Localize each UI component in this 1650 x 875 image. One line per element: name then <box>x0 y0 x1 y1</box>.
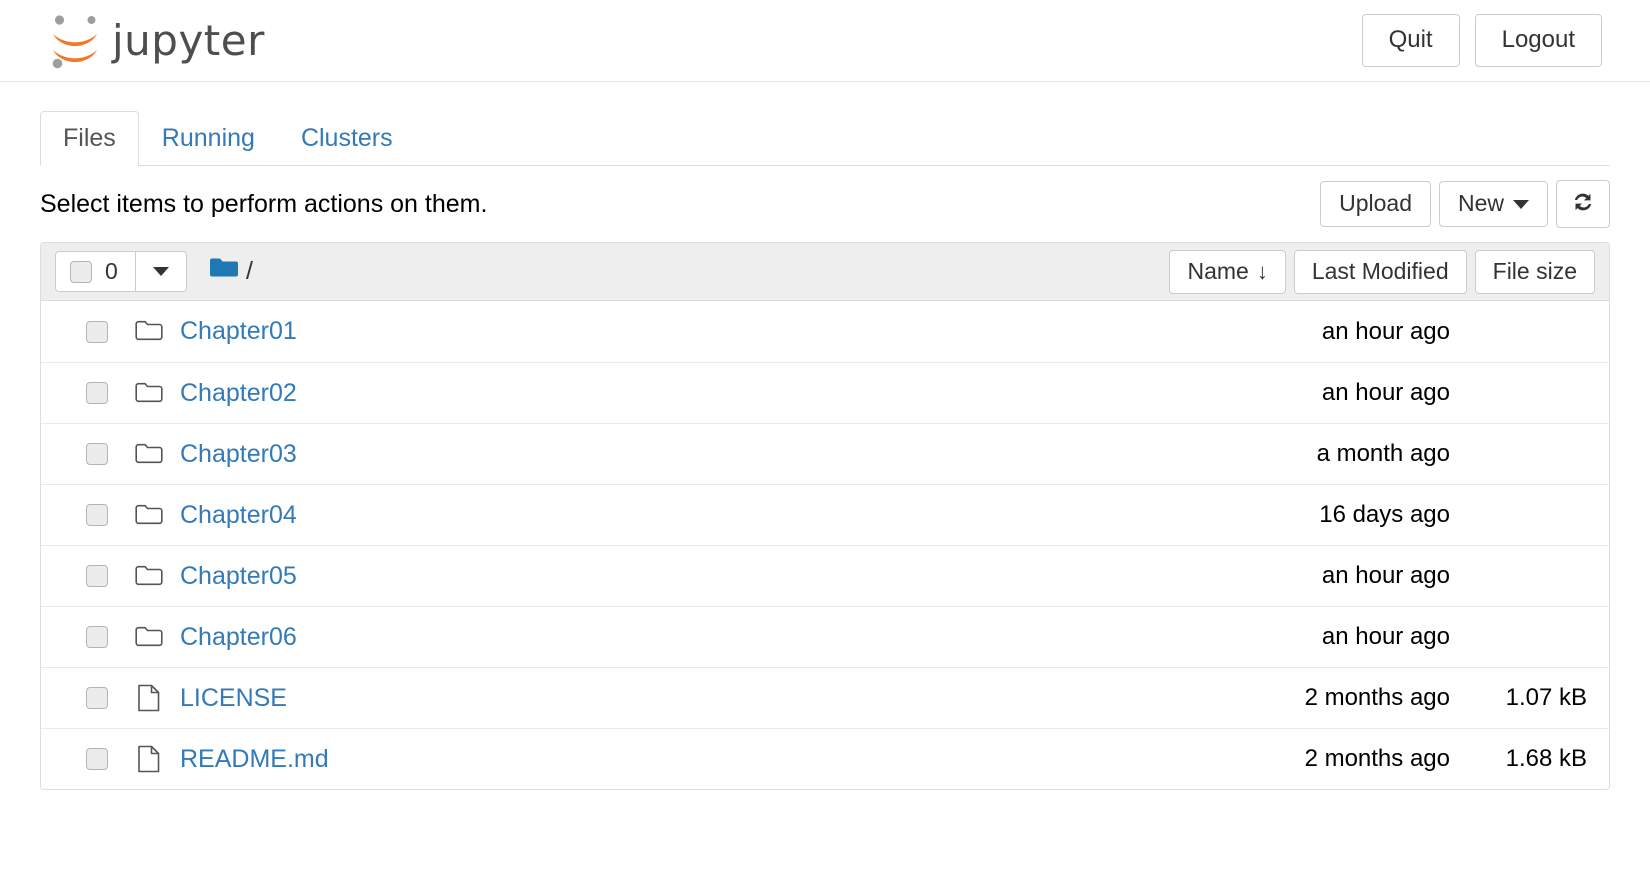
folder-filled-icon[interactable] <box>209 256 239 287</box>
file-toolbar: Select items to perform actions on them.… <box>0 166 1650 228</box>
select-all-checkbox[interactable] <box>70 261 92 283</box>
table-row[interactable]: Chapter04 16 days ago <box>41 484 1609 545</box>
row-checkbox[interactable] <box>86 748 108 770</box>
refresh-button[interactable] <box>1556 180 1610 228</box>
table-row[interactable]: Chapter02 an hour ago <box>41 362 1609 423</box>
table-row[interactable]: Chapter03 a month ago <box>41 423 1609 484</box>
file-link[interactable]: README.md <box>180 745 329 774</box>
folder-icon <box>134 382 164 405</box>
refresh-icon <box>1570 189 1596 220</box>
folder-icon <box>134 320 164 343</box>
row-checkbox[interactable] <box>86 626 108 648</box>
row-checkbox[interactable] <box>86 687 108 709</box>
row-size: 1.07 kB <box>1450 684 1595 712</box>
row-checkbox[interactable] <box>86 382 108 404</box>
row-modified: a month ago <box>1317 440 1450 468</box>
new-label: New <box>1458 190 1504 216</box>
file-link[interactable]: Chapter03 <box>180 440 297 469</box>
select-all-box[interactable]: 0 <box>55 251 136 292</box>
file-link[interactable]: Chapter02 <box>180 379 297 408</box>
row-size: 1.68 kB <box>1450 745 1595 773</box>
folder-icon <box>134 565 164 588</box>
table-row[interactable]: README.md 2 months ago 1.68 kB <box>41 728 1609 789</box>
logout-button[interactable]: Logout <box>1475 14 1602 67</box>
site-header: jupyter Quit Logout <box>0 0 1650 82</box>
tab-running[interactable]: Running <box>139 111 278 166</box>
row-modified: 16 days ago <box>1319 501 1450 529</box>
quit-button[interactable]: Quit <box>1362 14 1460 67</box>
row-checkbox[interactable] <box>86 321 108 343</box>
row-checkbox[interactable] <box>86 504 108 526</box>
file-link[interactable]: LICENSE <box>180 684 287 713</box>
selection-hint-text: Select items to perform actions on them. <box>40 190 487 219</box>
row-modified: an hour ago <box>1322 318 1450 346</box>
row-modified: 2 months ago <box>1305 684 1450 712</box>
row-checkbox[interactable] <box>86 443 108 465</box>
row-checkbox[interactable] <box>86 565 108 587</box>
sort-by-modified-button[interactable]: Last Modified <box>1294 250 1467 294</box>
jupyter-brand[interactable]: jupyter <box>46 10 265 72</box>
file-link[interactable]: Chapter04 <box>180 501 297 530</box>
folder-icon <box>134 443 164 466</box>
arrow-down-icon: ↓ <box>1257 261 1268 283</box>
row-modified: an hour ago <box>1322 379 1450 407</box>
row-modified: 2 months ago <box>1305 745 1450 773</box>
file-link[interactable]: Chapter06 <box>180 623 297 652</box>
sort-by-size-button[interactable]: File size <box>1475 250 1595 294</box>
upload-button[interactable]: Upload <box>1320 181 1431 227</box>
tabs-container: Files Running Clusters <box>0 82 1650 166</box>
breadcrumb-root[interactable]: / <box>246 257 253 286</box>
row-modified: an hour ago <box>1322 562 1450 590</box>
breadcrumb: / <box>209 256 253 287</box>
tab-list: Files Running Clusters <box>40 112 1610 166</box>
selected-count: 0 <box>105 258 119 285</box>
table-row[interactable]: Chapter05 an hour ago <box>41 545 1609 606</box>
brand-label: jupyter <box>112 16 265 65</box>
select-all-group: 0 <box>55 251 187 292</box>
chevron-down-icon <box>153 267 169 276</box>
file-link[interactable]: Chapter05 <box>180 562 297 591</box>
row-modified: an hour ago <box>1322 623 1450 651</box>
tab-clusters[interactable]: Clusters <box>278 111 416 166</box>
chevron-down-icon <box>1513 200 1529 209</box>
file-list-header: 0 / Name↓ Last Modified File <box>41 243 1609 301</box>
file-icon <box>134 684 164 712</box>
folder-icon <box>134 504 164 527</box>
file-link[interactable]: Chapter01 <box>180 317 297 346</box>
tab-files[interactable]: Files <box>40 111 139 166</box>
file-list-container: 0 / Name↓ Last Modified File <box>0 228 1650 790</box>
selection-dropdown-button[interactable] <box>136 251 187 292</box>
jupyter-logo-icon <box>46 10 104 72</box>
table-row[interactable]: Chapter06 an hour ago <box>41 606 1609 667</box>
sort-controls: Name ↓ Last Modified File size <box>1169 250 1595 294</box>
file-icon <box>134 745 164 773</box>
table-row[interactable]: Chapter01 an hour ago <box>41 301 1609 362</box>
folder-icon <box>134 626 164 649</box>
new-dropdown-button[interactable]: New <box>1439 181 1548 227</box>
sort-by-name-button[interactable]: Name ↓ <box>1169 250 1285 294</box>
table-row[interactable]: LICENSE 2 months ago 1.07 kB <box>41 667 1609 728</box>
sort-name-label: Name <box>1187 258 1248 284</box>
file-rows: Chapter01 an hour ago Chapter02 an hour … <box>41 301 1609 789</box>
header-actions: Quit Logout <box>1362 14 1602 67</box>
file-list: 0 / Name↓ Last Modified File <box>40 242 1610 790</box>
toolbar-actions: Upload New <box>1320 180 1610 228</box>
